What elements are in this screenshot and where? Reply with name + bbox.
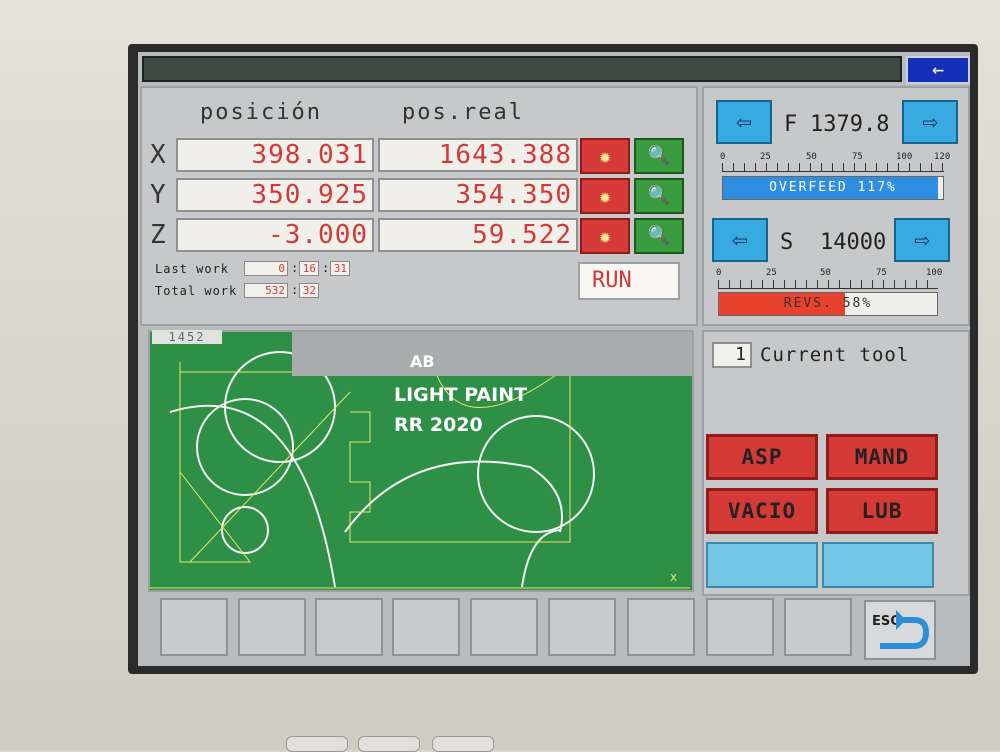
z-position-value: -3.000 (176, 218, 374, 252)
total-work-hours: 532 (244, 283, 288, 298)
return-arrow-icon (880, 610, 930, 649)
feed-value: 1379.8 (810, 112, 890, 137)
softkey[interactable] (706, 598, 774, 656)
last-work-minutes: 16 (299, 261, 319, 276)
back-arrow-button[interactable]: ← (906, 56, 970, 84)
x-real-position-value: 1643.388 (378, 138, 578, 172)
graphic-line-number: 1452 (152, 330, 222, 344)
spindle-scale-label: 0 (716, 268, 722, 278)
z-zero-gear-button[interactable]: ✹ (580, 218, 630, 254)
x-position-value: 398.031 (176, 138, 374, 172)
softkey[interactable] (627, 598, 695, 656)
overfeed-bar: OVERFEED 117% (722, 176, 944, 200)
position-column-header: posición (200, 100, 322, 125)
last-work-label: Last work (155, 262, 230, 276)
y-real-position-value: 354.350 (378, 178, 578, 212)
graphic-info-strip (292, 332, 692, 376)
axis-label-z: Z (150, 220, 166, 250)
softkey[interactable] (784, 598, 852, 656)
gear-icon: ✹ (598, 144, 612, 168)
arrow-left-icon: ⇦ (732, 225, 748, 255)
spindle-value: 14000 (820, 230, 887, 255)
softkey[interactable] (160, 598, 228, 656)
time-separator: : (291, 261, 299, 275)
revs-bar: REVS. 58% (718, 292, 938, 316)
axis-label-x: X (150, 140, 166, 170)
overlay-text-line1: LIGHT PAINT (394, 384, 528, 406)
last-work-seconds: 31 (330, 261, 350, 276)
graphic-x-axis-label: x (670, 570, 678, 584)
axis-label-y: Y (150, 180, 166, 210)
spindle-increase-button[interactable]: ⇨ (894, 218, 950, 262)
mand-button[interactable]: MAND (826, 434, 938, 480)
softkey[interactable] (548, 598, 616, 656)
empty-function-button[interactable] (706, 542, 818, 588)
spindle-decrease-button[interactable]: ⇦ (712, 218, 768, 262)
softkey[interactable] (470, 598, 538, 656)
magnifier-icon: 🔍 (647, 185, 671, 206)
overfeed-label: OVERFEED 117% (769, 180, 897, 195)
total-work-label: Total work (155, 284, 238, 298)
feed-ruler (722, 163, 944, 172)
z-real-position-value: 59.522 (378, 218, 578, 252)
current-tool-label: Current tool (760, 344, 910, 366)
revs-label: REVS. 58% (783, 296, 873, 311)
current-tool-number: 1 (712, 342, 752, 368)
vacio-button[interactable]: VACIO (706, 488, 818, 534)
spindle-scale-label: 100 (926, 268, 943, 278)
arrow-right-icon: ⇨ (922, 107, 938, 137)
softkey[interactable] (392, 598, 460, 656)
z-probe-button[interactable]: 🔍 (634, 218, 684, 254)
time-separator: : (322, 261, 330, 275)
title-bar (142, 56, 902, 82)
empty-function-button[interactable] (822, 542, 934, 588)
spindle-scale-label: 75 (876, 268, 887, 278)
spindle-letter: S (780, 230, 794, 255)
overlay-mark: AB (410, 352, 435, 371)
real-position-column-header: pos.real (402, 100, 524, 125)
total-work-minutes: 32 (299, 283, 319, 298)
magnifier-icon: 🔍 (647, 225, 671, 246)
magnifier-icon: 🔍 (647, 145, 671, 166)
arrow-left-icon: ⇦ (736, 107, 752, 137)
softkey[interactable] (315, 598, 383, 656)
arrow-right-icon: ⇨ (914, 225, 930, 255)
feed-increase-button[interactable]: ⇨ (902, 100, 958, 144)
last-work-hours: 0 (244, 261, 288, 276)
feed-letter: F (784, 112, 798, 137)
x-zero-gear-button[interactable]: ✹ (580, 138, 630, 174)
feed-scale-label: 100 (896, 152, 913, 162)
time-separator: : (291, 283, 299, 297)
y-zero-gear-button[interactable]: ✹ (580, 178, 630, 214)
gear-icon: ✹ (598, 184, 612, 208)
spindle-scale-label: 25 (766, 268, 777, 278)
arrow-left-icon: ← (931, 57, 945, 81)
feed-scale-label: 25 (760, 152, 771, 162)
x-probe-button[interactable]: 🔍 (634, 138, 684, 174)
overlay-text-line2: RR 2020 (394, 414, 483, 436)
feed-decrease-button[interactable]: ⇦ (716, 100, 772, 144)
spindle-ruler (718, 280, 938, 289)
y-probe-button[interactable]: 🔍 (634, 178, 684, 214)
feed-scale-label: 120 (934, 152, 951, 162)
run-status: RUN (578, 262, 680, 300)
asp-button[interactable]: ASP (706, 434, 818, 480)
esc-button[interactable]: ESC (864, 600, 936, 660)
lub-button[interactable]: LUB (826, 488, 938, 534)
softkey[interactable] (238, 598, 306, 656)
spindle-scale-label: 50 (820, 268, 831, 278)
feed-scale-label: 50 (806, 152, 817, 162)
feed-scale-label: 0 (720, 152, 726, 162)
feed-scale-label: 75 (852, 152, 863, 162)
gear-icon: ✹ (598, 224, 612, 248)
y-position-value: 350.925 (176, 178, 374, 212)
